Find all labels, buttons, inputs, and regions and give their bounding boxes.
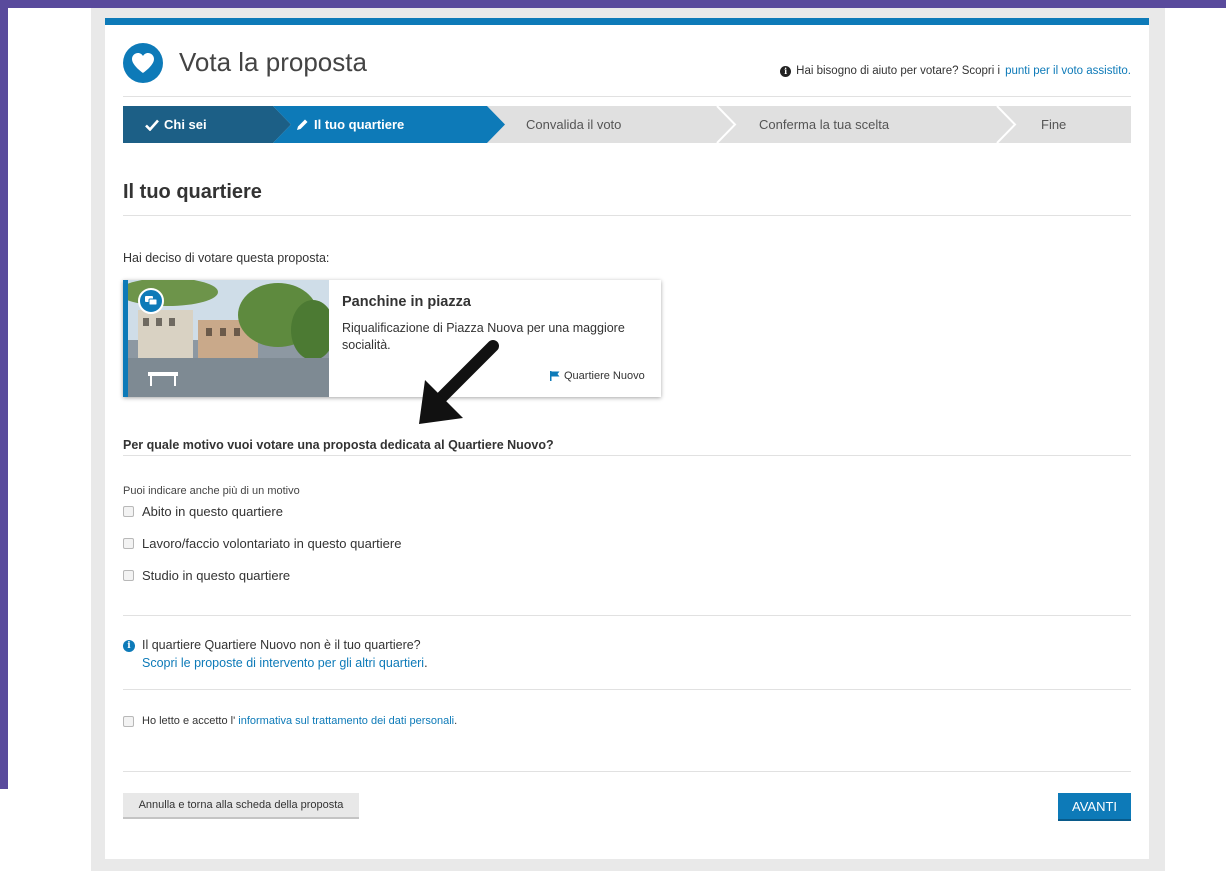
privacy-consent[interactable]: Ho letto e accetto l' informativa sul tr… [123, 715, 457, 727]
help-notice: i Hai bisogno di aiuto per votare? Scopr… [780, 65, 1131, 77]
divider [123, 215, 1131, 216]
step-label: Fine [1041, 117, 1067, 132]
step-il-tuo-quartiere[interactable]: Il tuo quartiere [295, 106, 404, 143]
option-label: Abito in questo quartiere [142, 504, 283, 519]
help-text: Hai bisogno di aiuto per votare? Scopri … [796, 65, 1001, 77]
page-title: Vota la proposta [179, 47, 367, 77]
heart-icon [123, 43, 163, 83]
privacy-text: Ho letto e accetto l' [142, 715, 236, 727]
reason-question: Per quale motivo vuoi votare una propost… [123, 438, 554, 452]
divider [123, 771, 1131, 772]
option-abito[interactable]: Abito in questo quartiere [123, 504, 283, 519]
proposal-district: Quartiere Nuovo [550, 370, 645, 382]
steps-graphic [123, 106, 1017, 143]
info-icon: i [780, 65, 792, 77]
proposal-title: Panchine in piazza [342, 294, 471, 310]
step-convalida: Convalida il voto [526, 106, 621, 143]
divider [123, 455, 1131, 456]
district-note: i Il quartiere Quartiere Nuovo non è il … [123, 638, 428, 670]
assisted-vote-link[interactable]: punti per il voto assistito. [1005, 65, 1131, 77]
pencil-icon [297, 119, 308, 130]
district-label: Quartiere Nuovo [564, 370, 645, 382]
info-icon: i [123, 640, 135, 652]
other-districts-link[interactable]: Scopri le proposte di intervento per gli… [142, 656, 428, 670]
step-label: Conferma la tua scelta [759, 117, 890, 132]
step-chi-sei[interactable]: Chi sei [145, 106, 207, 143]
next-button[interactable]: AVANTI [1058, 793, 1131, 821]
vote-card: Vota la proposta i Hai bisogno di aiuto … [105, 18, 1149, 859]
checkbox[interactable] [123, 538, 134, 549]
reason-hint: Puoi indicare anche più di un motivo [123, 485, 300, 497]
step-fine: Fine [1041, 106, 1066, 143]
check-icon [145, 119, 159, 131]
divider [123, 615, 1131, 616]
option-studio[interactable]: Studio in questo quartiere [123, 568, 290, 583]
option-lavoro[interactable]: Lavoro/faccio volontariato in questo qua… [123, 536, 401, 551]
section-heading: Il tuo quartiere [123, 181, 262, 203]
checkbox[interactable] [123, 570, 134, 581]
intro-text: Hai deciso di votare questa proposta: [123, 251, 330, 265]
left-frame-band [0, 0, 8, 789]
chat-bubbles-icon [138, 288, 164, 314]
step-label: Il tuo quartiere [314, 117, 405, 132]
privacy-policy-link[interactable]: informativa sul trattamento dei dati per… [238, 715, 454, 727]
step-conferma: Conferma la tua scelta [759, 106, 889, 143]
top-frame-band [0, 0, 1226, 8]
step-label: Convalida il voto [526, 117, 622, 132]
privacy-checkbox[interactable] [123, 715, 134, 727]
note-text: Il quartiere Quartiere Nuovo non è il tu… [142, 638, 421, 652]
option-label: Lavoro/faccio volontariato in questo qua… [142, 536, 402, 551]
cancel-button[interactable]: Annulla e torna alla scheda della propos… [123, 793, 359, 819]
step-label: Chi sei [164, 117, 207, 132]
flag-icon [550, 371, 560, 381]
proposal-image [123, 280, 329, 397]
divider [123, 689, 1131, 690]
annotation-arrow-icon [419, 340, 499, 424]
option-label: Studio in questo quartiere [142, 568, 291, 583]
checkbox[interactable] [123, 506, 134, 517]
progress-steps: Chi sei Il tuo quartiere Convalida il vo… [123, 106, 1131, 143]
vote-header: Vota la proposta i Hai bisogno di aiuto … [123, 39, 1131, 97]
proposal-card[interactable]: Panchine in piazza Riqualificazione di P… [123, 280, 661, 397]
